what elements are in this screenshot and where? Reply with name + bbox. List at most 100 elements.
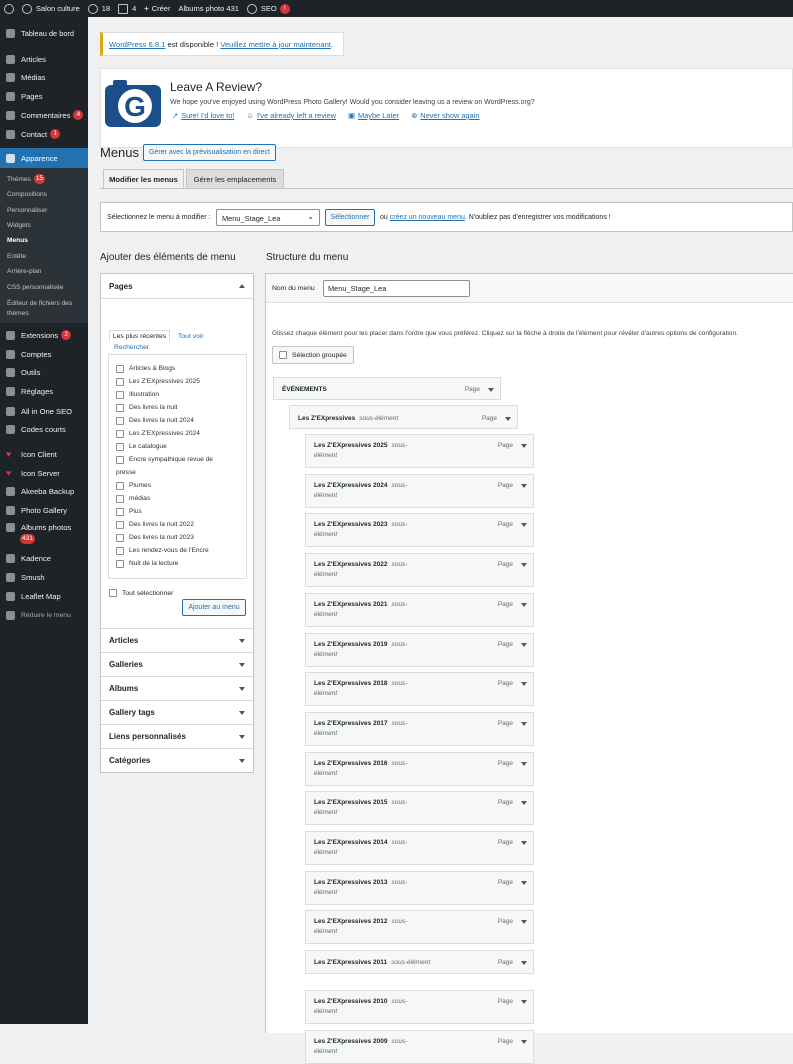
page-checkbox-item[interactable]: Plumes — [116, 479, 244, 492]
page-checkbox-item[interactable]: Les Z'EXpressives 2024 — [116, 427, 244, 440]
page-checkbox-item[interactable]: Des livres la nuit 2024 — [116, 414, 244, 427]
page-checkbox-item[interactable]: Des livres la nuit 2023 — [116, 531, 244, 544]
live-preview-button[interactable]: Gérer avec la prévisualisation en direct — [143, 144, 276, 161]
sidebar-item-17[interactable]: Albums photos 431 — [0, 523, 88, 545]
sidebar-item-5[interactable]: Contact 1 — [0, 127, 88, 141]
sidebar-item-0[interactable]: Tableau de bord — [0, 26, 88, 40]
item-expand-arrow-icon[interactable] — [521, 801, 527, 806]
update-now-link[interactable]: Veuillez mettre à jour maintenant — [220, 40, 331, 49]
new-content-link[interactable]: + Créer — [140, 0, 174, 17]
appearance-sub-7[interactable]: CSS personnalisée — [0, 282, 63, 292]
menu-item-level2[interactable]: Les Z'EXpressives 2017 sous-élément Page — [305, 711, 534, 746]
page-checkbox-item[interactable]: Articles & Blogs — [116, 362, 244, 375]
item-expand-arrow-icon[interactable] — [521, 483, 527, 488]
item-expand-arrow-icon[interactable] — [521, 602, 527, 607]
page-checkbox-item[interactable]: Plus — [116, 505, 244, 518]
appearance-sub-2[interactable]: Personnaliser — [0, 205, 47, 215]
item-expand-arrow-icon[interactable] — [521, 721, 527, 726]
already-reviewed-link[interactable]: ☺ I've already left a review — [246, 111, 336, 120]
item-expand-arrow-icon[interactable] — [521, 642, 527, 647]
item-expand-arrow-icon[interactable] — [521, 761, 527, 766]
select-all-checkbox[interactable]: Tout sélectionner — [109, 589, 173, 597]
sure-review-link[interactable]: ↗ Sure! I'd love to! — [172, 111, 234, 120]
menu-item-level2[interactable]: Les Z'EXpressives 2021 sous-élément Page — [305, 592, 534, 627]
menu-item-level2[interactable]: Les Z'EXpressives 2012 sous-élément Page — [305, 910, 534, 945]
accordion-4[interactable]: Liens personnalisés — [101, 724, 253, 748]
item-expand-arrow-icon[interactable] — [521, 1039, 527, 1044]
accordion-1[interactable]: Galleries — [101, 652, 253, 676]
menu-item-level2[interactable]: Les Z'EXpressives 2016 sous-élément Page — [305, 751, 534, 786]
appearance-sub-8[interactable]: Éditeur de fichiers des — [0, 298, 72, 308]
menu-item-level2[interactable]: Les Z'EXpressives 2024 sous-élément Page — [305, 473, 534, 508]
site-name-link[interactable]: Salon culture — [18, 0, 84, 17]
menu-item-level2[interactable]: Les Z'EXpressives 2013 sous-élément Page — [305, 870, 534, 905]
menu-item-level2[interactable]: Les Z'EXpressives 2019 sous-élément Page — [305, 632, 534, 667]
page-checkbox-item[interactable]: Les Z'EXpressives 2025 — [116, 375, 244, 388]
sidebar-item-7[interactable]: Extensions 2 — [0, 328, 88, 342]
sidebar-item-6[interactable]: Apparence — [0, 148, 88, 168]
appearance-sub-3[interactable]: Widgets — [0, 220, 31, 230]
sidebar-item-16[interactable]: Photo Gallery — [0, 503, 88, 517]
create-menu-link[interactable]: créez un nouveau menu — [390, 214, 465, 221]
item-expand-arrow-icon[interactable] — [521, 841, 527, 845]
page-checkbox-item[interactable]: Le catalogue — [116, 440, 244, 453]
sidebar-item-19[interactable]: Smush — [0, 570, 88, 584]
page-checkbox-item[interactable]: Nuit de la lecture — [116, 557, 244, 570]
select-menu-button[interactable]: Sélectionner — [325, 209, 375, 226]
sidebar-item-9[interactable]: Outils — [0, 365, 88, 379]
item-expand-arrow-icon[interactable] — [521, 444, 527, 448]
page-checkbox-item[interactable]: Des livres la nuit 2022 — [116, 518, 244, 531]
sidebar-item-1[interactable]: Articles — [0, 52, 88, 66]
menu-item-level1[interactable]: Les Z'EXpressives sous-élément Page — [289, 405, 518, 429]
item-expand-arrow-icon[interactable] — [488, 388, 494, 392]
sidebar-item-11[interactable]: All in One SEO — [0, 404, 88, 418]
bulk-select-button[interactable]: Sélection groupée — [272, 346, 354, 364]
appearance-sub-1[interactable]: Compositions — [0, 189, 47, 199]
menu-item-level2[interactable]: Les Z'EXpressives 2022 sous-élément Page — [305, 553, 534, 588]
sidebar-item-2[interactable]: Médias — [0, 70, 88, 84]
menu-item-top[interactable]: ÉVÉNEMENTS Page — [273, 377, 501, 400]
sidebar-item-12[interactable]: Codes courts — [0, 422, 88, 436]
accordion-5[interactable]: Catégories — [101, 748, 253, 772]
sidebar-item-21[interactable]: Réduire le menu — [0, 608, 88, 622]
tab-edit-menus[interactable]: Modifier les menus — [103, 169, 184, 189]
never-show-link[interactable]: ⊗ Never show again — [411, 111, 479, 120]
sidebar-item-14[interactable]: ♥ Icon Server — [0, 466, 88, 480]
page-checkbox-item[interactable]: médias — [116, 492, 244, 505]
menu-item-level2[interactable]: Les Z'EXpressives 2014 sous-élément Page — [305, 831, 534, 865]
wordpress-version-link[interactable]: WordPress 6.8.1 — [109, 40, 165, 49]
page-checkbox-item[interactable]: Illustration — [116, 388, 244, 401]
sidebar-item-10[interactable]: Réglages — [0, 384, 88, 398]
wordpress-logo-icon[interactable] — [0, 0, 18, 17]
sidebar-item-4[interactable]: Commentaires 4 — [0, 108, 88, 122]
sidebar-item-8[interactable]: Comptes — [0, 347, 88, 361]
menu-item-level2[interactable]: Les Z'EXpressives 2010 sous-élément Page — [305, 989, 534, 1024]
item-expand-arrow-icon[interactable] — [505, 417, 511, 421]
page-checkbox-item[interactable]: Les rendez-vous de l'Encre — [116, 544, 244, 557]
sidebar-item-15[interactable]: Akeeba Backup — [0, 484, 88, 498]
item-expand-arrow-icon[interactable] — [521, 920, 527, 925]
menu-select-dropdown[interactable]: Menu_Stage_Lea ⌄ — [216, 209, 320, 226]
sidebar-item-3[interactable]: Pages — [0, 89, 88, 103]
maybe-later-link[interactable]: ▣ Maybe Later — [348, 111, 399, 120]
menu-item-level2[interactable]: Les Z'EXpressives 2009 sous-élément Page — [305, 1029, 534, 1064]
menu-item-level2[interactable]: Les Z'EXpressives 2023 sous-élément Page — [305, 513, 534, 548]
appearance-sub-4[interactable]: Menus — [0, 235, 28, 245]
appearance-sub-5[interactable]: Entête — [0, 251, 26, 261]
accordion-0[interactable]: Articles — [101, 628, 253, 652]
page-checkbox-item[interactable]: Encre sympathique revue de — [116, 453, 244, 466]
menu-item-level2[interactable]: Les Z'EXpressives 2025 sous-élément Page — [305, 434, 534, 468]
pages-accordion-header[interactable]: Pages — [101, 274, 253, 299]
menu-item-level2[interactable]: Les Z'EXpressives 2011 sous-élément Page — [305, 950, 534, 975]
accordion-2[interactable]: Albums — [101, 676, 253, 700]
albums-link[interactable]: Albums photo 431 — [174, 0, 242, 17]
sidebar-item-18[interactable]: Kadence — [0, 551, 88, 565]
tab-manage-locations[interactable]: Gérer les emplacements — [186, 169, 284, 189]
page-checkbox-item[interactable]: Des livres la nuit — [116, 401, 244, 414]
sidebar-item-13[interactable]: ♥ Icon Client — [0, 447, 88, 461]
sidebar-item-20[interactable]: Leaflet Map — [0, 589, 88, 603]
item-expand-arrow-icon[interactable] — [521, 880, 527, 885]
seo-link[interactable]: SEO! — [243, 0, 294, 17]
item-expand-arrow-icon[interactable] — [521, 563, 527, 568]
menu-item-level2[interactable]: Les Z'EXpressives 2018 sous-élément Page — [305, 672, 534, 707]
